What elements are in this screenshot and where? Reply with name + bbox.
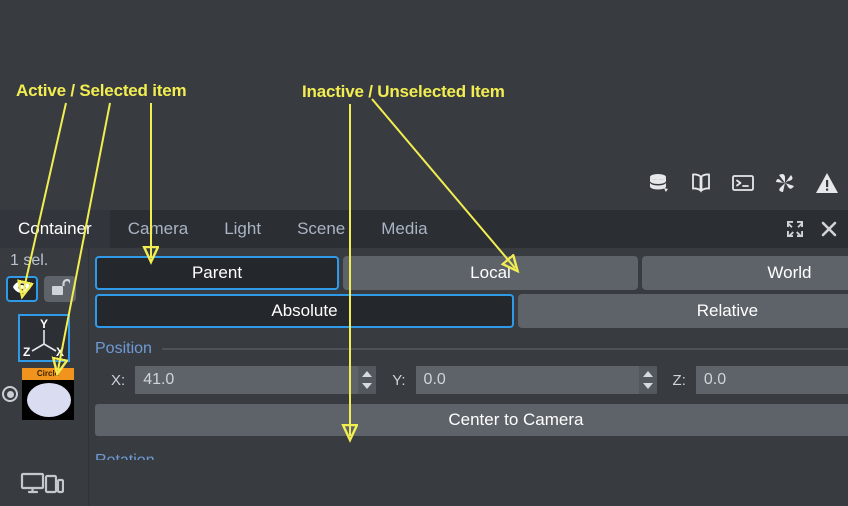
axis-gizmo[interactable]: Y Z X	[18, 314, 70, 362]
lock-toggle-button[interactable]	[44, 276, 76, 302]
mode-absolute-button[interactable]: Absolute	[95, 294, 514, 328]
tab-camera[interactable]: Camera	[110, 210, 206, 248]
position-y-stepper[interactable]	[638, 366, 657, 394]
eye-icon	[12, 280, 32, 299]
position-section-header: Position	[95, 340, 848, 358]
position-y-label: Y:	[392, 371, 406, 389]
center-to-camera-button[interactable]: Center to Camera	[95, 404, 848, 436]
item-radio-icon[interactable]	[2, 386, 18, 402]
status-toolbar	[646, 170, 840, 196]
book-icon[interactable]	[688, 170, 714, 196]
stepper-up-icon[interactable]	[362, 371, 373, 377]
position-y-field[interactable]	[415, 366, 657, 394]
item-name-caption: Circle	[22, 368, 74, 380]
mode-relative-button[interactable]: Relative	[517, 294, 848, 328]
mode-button-group: Absolute Relative	[95, 294, 848, 328]
space-parent-button[interactable]: Parent	[95, 256, 339, 290]
tab-scene[interactable]: Scene	[279, 210, 363, 248]
stepper-down-icon[interactable]	[642, 383, 653, 389]
rotation-section-title: Rotation	[95, 452, 848, 460]
unlock-icon	[50, 278, 72, 301]
space-world-button[interactable]: World	[641, 256, 848, 290]
space-local-button[interactable]: Local	[343, 256, 638, 290]
work-area: 1 sel. Y Z X Circle Parent Local World A…	[0, 248, 848, 506]
item-thumbnail-row[interactable]: Circle	[2, 368, 88, 420]
expand-icon[interactable]	[780, 210, 810, 248]
position-x-label: X:	[111, 371, 126, 389]
devices-icon[interactable]	[20, 471, 65, 502]
item-thumbnail[interactable]: Circle	[22, 368, 74, 420]
annotation-inactive-label: Inactive / Unselected Item	[302, 82, 505, 101]
annotation-active-label: Active / Selected item	[16, 81, 187, 100]
position-fields: X: Y: Z:	[95, 366, 848, 394]
position-x-stepper[interactable]	[358, 366, 377, 394]
selection-count: 1 sel.	[10, 252, 49, 269]
tab-container[interactable]: Container	[0, 210, 110, 248]
visibility-toggle-button[interactable]	[6, 276, 38, 302]
position-x-input[interactable]	[135, 366, 359, 394]
tab-bar: Container Camera Light Scene Media	[0, 210, 848, 248]
stepper-down-icon[interactable]	[362, 383, 373, 389]
position-x-field[interactable]	[135, 366, 377, 394]
terminal-icon[interactable]	[730, 170, 756, 196]
close-icon[interactable]	[814, 210, 844, 248]
item-toggles	[0, 272, 88, 302]
tab-bar-spacer	[446, 210, 780, 248]
position-section-title: Position	[95, 340, 152, 357]
gizmo-label-x: X	[55, 345, 64, 359]
item-sidebar: 1 sel. Y Z X Circle	[0, 248, 89, 506]
gizmo-label-y: Y	[40, 317, 49, 331]
space-button-group: Parent Local World	[95, 256, 848, 290]
plugin-icon[interactable]	[772, 170, 798, 196]
tab-media[interactable]: Media	[363, 210, 445, 248]
database-icon[interactable]	[646, 170, 672, 196]
position-z-label: Z:	[672, 371, 686, 389]
warning-icon[interactable]	[814, 170, 840, 196]
position-z-field[interactable]	[695, 366, 848, 394]
tab-light[interactable]: Light	[206, 210, 279, 248]
circle-shape-preview	[27, 383, 71, 417]
stepper-up-icon[interactable]	[642, 371, 653, 377]
app-window: Container Camera Light Scene Media 1 sel…	[0, 0, 848, 506]
gizmo-label-z: Z	[23, 345, 31, 359]
section-divider	[161, 348, 848, 350]
container-properties-panel: Parent Local World Absolute Relative Pos…	[89, 248, 848, 506]
position-z-input[interactable]	[695, 366, 848, 394]
position-y-input[interactable]	[415, 366, 639, 394]
